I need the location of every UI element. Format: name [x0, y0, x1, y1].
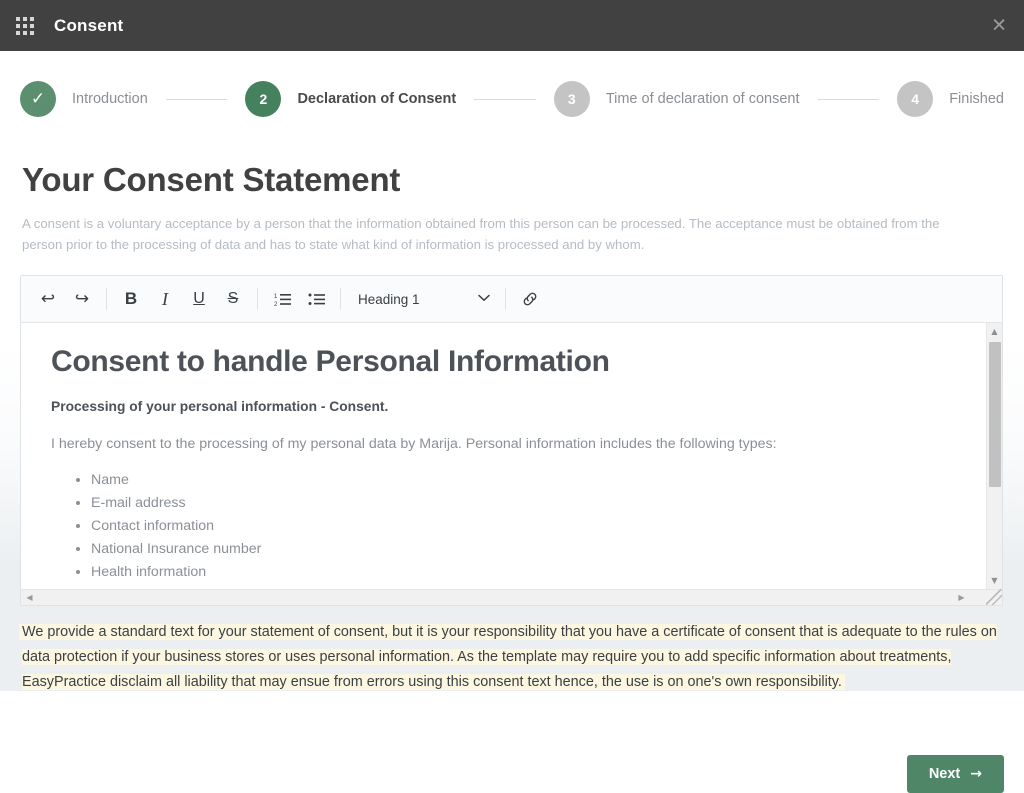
step-label-3: Time of declaration of consent [605, 91, 800, 107]
underline-button[interactable]: U [182, 282, 216, 316]
wizard-footer: Next → [21, 733, 1004, 793]
check-icon: ✓ [30, 88, 46, 109]
svg-text:1: 1 [274, 294, 278, 300]
document-paragraph: I hereby consent to the processing of my… [51, 436, 777, 453]
step-label-2: Declaration of Consent [297, 91, 457, 107]
toolbar-separator [505, 288, 506, 311]
app-launcher-grid-icon[interactable] [14, 15, 36, 37]
list-item: E-mail address [91, 492, 972, 515]
document-list: Name E-mail address Contact information … [91, 469, 972, 584]
step-marker-2: 2 [245, 81, 282, 117]
page-title-header: Consent [54, 15, 124, 35]
page-description: A consent is a voluntary acceptance by a… [22, 216, 940, 253]
wizard-stepper: ✓ Introduction 2 Declaration of Consent … [20, 51, 1004, 121]
wizard-stage: ✓ Introduction 2 Declaration of Consent … [0, 51, 1024, 793]
svg-text:2: 2 [274, 302, 278, 307]
editor-resize-handle[interactable] [986, 589, 1002, 606]
list-item: Health information [91, 561, 972, 584]
ordered-list-icon[interactable]: 1 2 [265, 282, 299, 316]
sidebar-item-declaration-of-consent[interactable]: 2 Declaration of Consent [245, 81, 456, 117]
chevron-down-icon [478, 293, 490, 305]
bullet-list-icon[interactable] [299, 282, 333, 316]
redo-icon[interactable]: ↪ [65, 282, 99, 316]
editor-content-area[interactable]: Consent to handle Personal Information P… [21, 323, 1002, 590]
sidebar-item-introduction[interactable]: ✓ Introduction [20, 81, 148, 117]
sidebar-item-finished[interactable]: 4 Finished [897, 81, 1004, 117]
step-marker-1: ✓ [20, 81, 56, 117]
bold-button[interactable]: B [114, 282, 148, 316]
undo-icon[interactable]: ↩ [31, 282, 65, 316]
editor-toolbar: ↩ ↪ B I U S 1 2 Heading 1 [21, 276, 1002, 324]
step-connector-3 [817, 98, 880, 100]
vertical-scrollbar-thumb[interactable] [989, 342, 1001, 488]
scroll-right-arrow-icon[interactable]: ▶ [953, 590, 970, 605]
list-item: National Insurance number [91, 538, 972, 561]
toolbar-separator [340, 288, 341, 311]
disclaimer-note-text: We provide a standard text for your stat… [22, 624, 997, 690]
sidebar-item-time-of-declaration[interactable]: 3 Time of declaration of consent [553, 81, 800, 117]
strikethrough-button[interactable]: S [216, 282, 250, 316]
editor-document[interactable]: Consent to handle Personal Information P… [21, 323, 1002, 589]
toolbar-separator [257, 288, 258, 311]
step-marker-3: 3 [553, 81, 590, 117]
block-format-select[interactable]: Heading 1 [348, 282, 498, 316]
step-label-1: Introduction [72, 91, 148, 107]
list-item: Contact information [91, 515, 972, 538]
page-title: Your Consent Statement [22, 161, 401, 198]
scroll-left-arrow-icon[interactable]: ◀ [21, 590, 38, 605]
step-label-4: Finished [949, 91, 1004, 107]
disclaimer-note: We provide a standard text for your stat… [22, 620, 1004, 694]
step-connector-1 [165, 98, 228, 100]
document-subheading: Processing of your personal information … [51, 399, 389, 415]
editor-horizontal-scrollbar[interactable]: ◀ ▶ [21, 589, 1002, 606]
italic-button[interactable]: I [148, 282, 182, 316]
scroll-up-arrow-icon[interactable]: ▲ [987, 323, 1002, 340]
link-icon[interactable] [513, 282, 547, 316]
next-button-label: Next [928, 766, 961, 782]
close-icon[interactable]: ✕ [991, 16, 1007, 35]
block-format-value: Heading 1 [358, 291, 420, 307]
rich-text-editor: ↩ ↪ B I U S 1 2 Heading 1 Consent to han… [20, 275, 1003, 607]
step-marker-4: 4 [897, 81, 934, 117]
document-heading: Consent to handle Personal Information [51, 345, 610, 379]
toolbar-separator [106, 288, 107, 311]
next-button[interactable]: Next → [906, 755, 1004, 793]
list-item: Name [91, 469, 972, 492]
step-connector-2 [474, 98, 536, 100]
scroll-down-arrow-icon[interactable]: ▼ [987, 572, 1002, 589]
editor-vertical-scrollbar[interactable]: ▲ ▼ [986, 323, 1002, 590]
arrow-right-icon: → [970, 766, 982, 782]
app-header: Consent ✕ [0, 0, 1024, 51]
